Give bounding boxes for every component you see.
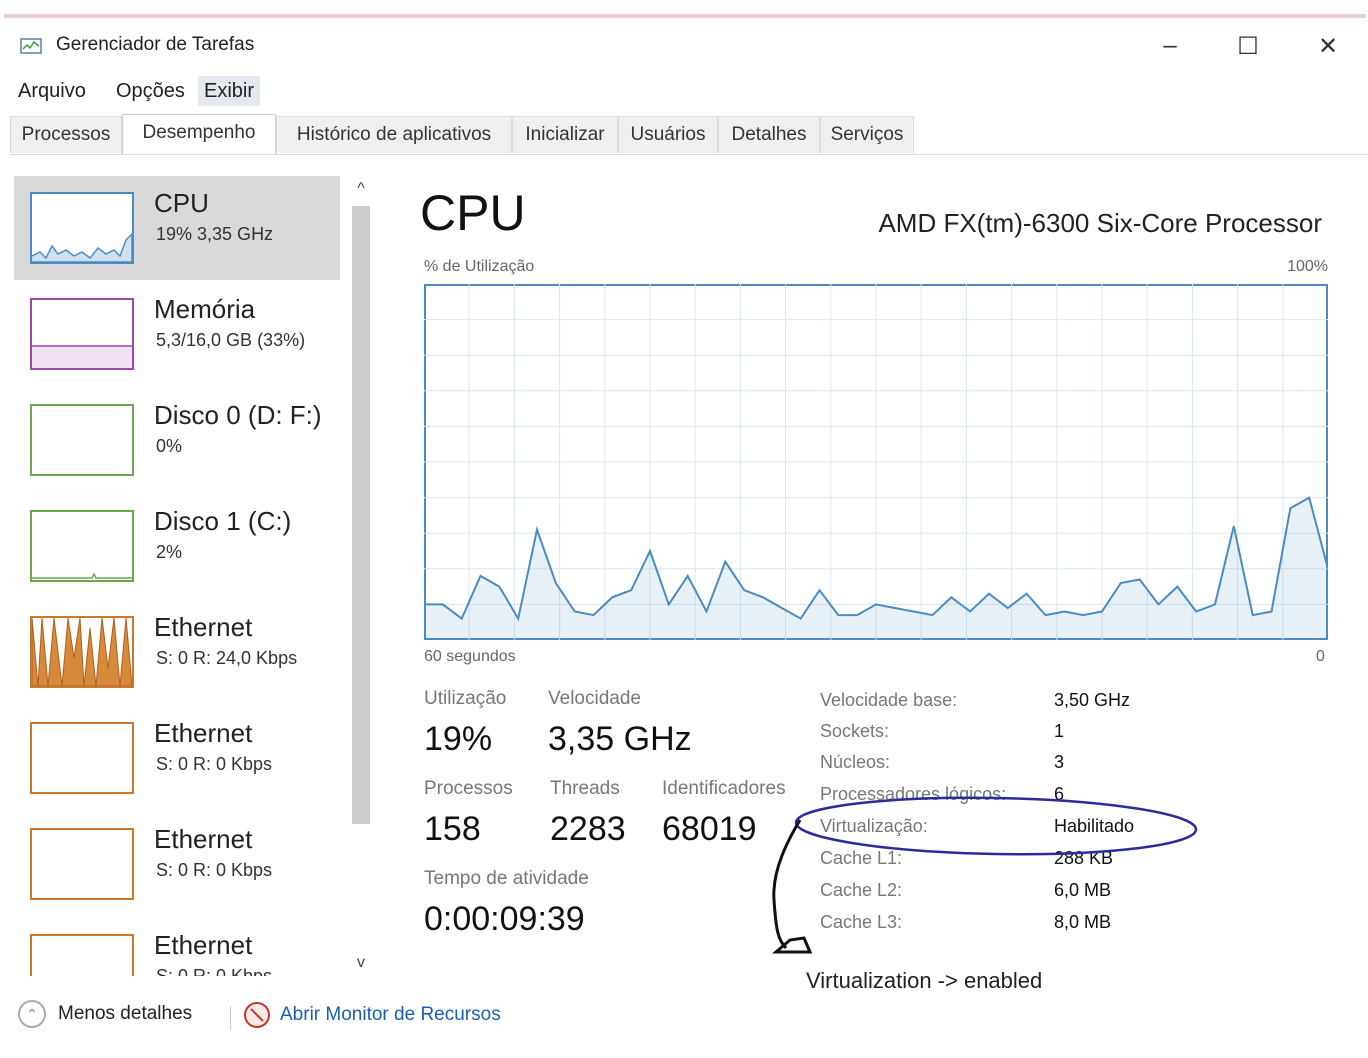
minimize-button[interactable]: – <box>1148 30 1192 62</box>
scroll-up-icon[interactable]: ^ <box>348 176 374 202</box>
annotation-drawing <box>771 796 1198 954</box>
page-title: CPU <box>420 185 526 241</box>
sidebar-item-subtitle: S: 0 R: 0 Kbps <box>156 966 273 976</box>
info-value: 3,50 GHz <box>1054 690 1131 710</box>
sidebar-item-ethernet-2[interactable]: Ethernet S: 0 R: 0 Kbps <box>14 706 340 810</box>
uptime-value: 0:00:09:39 <box>424 900 585 938</box>
sidebar-item-subtitle: 19% 3,35 GHz <box>156 224 274 244</box>
graph-y-max: 100% <box>1287 258 1328 275</box>
menu-exibir[interactable]: Exibir <box>198 76 261 106</box>
graph-x-zero: 0 <box>1316 648 1325 665</box>
info-value: 1 <box>1054 721 1065 741</box>
sidebar-item-cpu[interactable]: CPU 19% 3,35 GHz <box>14 176 340 280</box>
info-label: Velocidade base: <box>820 690 958 710</box>
menu-opcoes[interactable]: Opções <box>110 76 191 106</box>
sidebar-item-disk0[interactable]: Disco 0 (D: F:) 0% <box>14 388 340 492</box>
sidebar-item-ethernet-1[interactable]: Ethernet S: 0 R: 24,0 Kbps <box>14 600 340 704</box>
sidebar-item-title: Memória <box>154 294 256 324</box>
sidebar-item-subtitle: S: 0 R: 0 Kbps <box>156 860 273 880</box>
performance-sidebar: CPU 19% 3,35 GHz Memória 5,3/16,0 GB (33… <box>0 176 346 976</box>
sidebar-scrollbar[interactable]: ^ v <box>348 176 374 976</box>
sidebar-item-title: Ethernet <box>154 612 253 642</box>
info-label: Sockets: <box>820 721 890 741</box>
maximize-button[interactable]: ☐ <box>1226 30 1270 62</box>
sidebar-item-title: CPU <box>154 188 209 218</box>
sidebar-item-title: Ethernet <box>154 718 253 748</box>
resource-monitor-link[interactable]: Abrir Monitor de Recursos <box>242 1000 501 1030</box>
less-details-label: Menos detalhes <box>58 1003 193 1024</box>
memory-thumbnail <box>30 298 134 370</box>
scrollbar-thumb[interactable] <box>352 206 370 824</box>
cpu-model: AMD FX(tm)-6300 Six-Core Processor <box>878 208 1322 238</box>
window-title: Gerenciador de Tarefas <box>56 34 255 55</box>
info-value: 3 <box>1054 752 1065 772</box>
speed-label: Velocidade <box>548 688 641 709</box>
sidebar-item-title: Ethernet <box>154 824 253 854</box>
graph-y-label: % de Utilização <box>424 258 535 275</box>
speed-value: 3,35 GHz <box>548 720 692 758</box>
tab-processos[interactable]: Processos <box>10 116 122 153</box>
sidebar-item-title: Ethernet <box>154 930 253 960</box>
chevron-up-icon: ⌃ <box>18 1000 46 1028</box>
resource-monitor-label: Abrir Monitor de Recursos <box>280 1004 501 1025</box>
threads-label: Threads <box>550 778 620 799</box>
ethernet-3-thumbnail <box>30 828 134 900</box>
tab-usuarios[interactable]: Usuários <box>618 116 718 153</box>
tab-servicos[interactable]: Serviços <box>820 116 914 153</box>
processes-value: 158 <box>424 810 481 848</box>
sidebar-item-subtitle: S: 0 R: 24,0 Kbps <box>156 648 298 668</box>
sidebar-item-ethernet-4[interactable]: Ethernet S: 0 R: 0 Kbps <box>14 918 340 976</box>
sidebar-item-memory[interactable]: Memória 5,3/16,0 GB (33%) <box>14 282 340 386</box>
tab-inicializar[interactable]: Inicializar <box>512 116 618 153</box>
ethernet-2-thumbnail <box>30 722 134 794</box>
close-button[interactable]: ✕ <box>1306 30 1350 62</box>
cpu-thumbnail <box>30 192 134 264</box>
sidebar-item-subtitle: 0% <box>156 436 183 456</box>
sidebar-item-disk1[interactable]: Disco 1 (C:) 2% <box>14 494 340 598</box>
cpu-utilization-graph <box>424 284 1328 640</box>
sidebar-item-ethernet-3[interactable]: Ethernet S: 0 R: 0 Kbps <box>14 812 340 916</box>
disk0-thumbnail <box>30 404 134 476</box>
sidebar-item-title: Disco 0 (D: F:) <box>154 400 322 430</box>
disk1-thumbnail <box>30 510 134 582</box>
sidebar-item-title: Disco 1 (C:) <box>154 506 292 536</box>
processes-label: Processos <box>424 778 513 799</box>
title-bar: Gerenciador de Tarefas – ☐ ✕ <box>0 24 1368 68</box>
resource-monitor-icon <box>244 1002 270 1028</box>
tab-historico[interactable]: Histórico de aplicativos <box>276 116 512 153</box>
scroll-down-icon[interactable]: v <box>348 950 374 976</box>
sidebar-item-subtitle: 2% <box>156 542 183 562</box>
sidebar-item-subtitle: 5,3/16,0 GB (33%) <box>156 330 306 350</box>
utilization-value: 19% <box>424 720 493 758</box>
sidebar-item-subtitle: S: 0 R: 0 Kbps <box>156 754 273 774</box>
ethernet-4-thumbnail <box>30 934 134 976</box>
menu-arquivo[interactable]: Arquivo <box>12 76 92 106</box>
utilization-label: Utilização <box>424 688 507 709</box>
ethernet-1-thumbnail <box>30 616 134 688</box>
task-manager-icon <box>20 38 42 54</box>
handles-value: 68019 <box>662 810 757 848</box>
tab-desempenho[interactable]: Desempenho <box>122 114 276 155</box>
footer-divider <box>230 1006 231 1030</box>
less-details-button[interactable]: ⌃ Menos detalhes <box>18 1000 192 1028</box>
threads-value: 2283 <box>550 810 626 848</box>
window-top-border <box>4 14 1366 18</box>
tab-divider <box>10 154 1368 155</box>
annotation-text: Virtualization -> enabled <box>806 968 1043 993</box>
info-label: Núcleos: <box>820 752 891 772</box>
graph-x-label: 60 segundos <box>424 648 516 665</box>
tab-detalhes[interactable]: Detalhes <box>718 116 820 153</box>
uptime-label: Tempo de atividade <box>424 868 589 889</box>
